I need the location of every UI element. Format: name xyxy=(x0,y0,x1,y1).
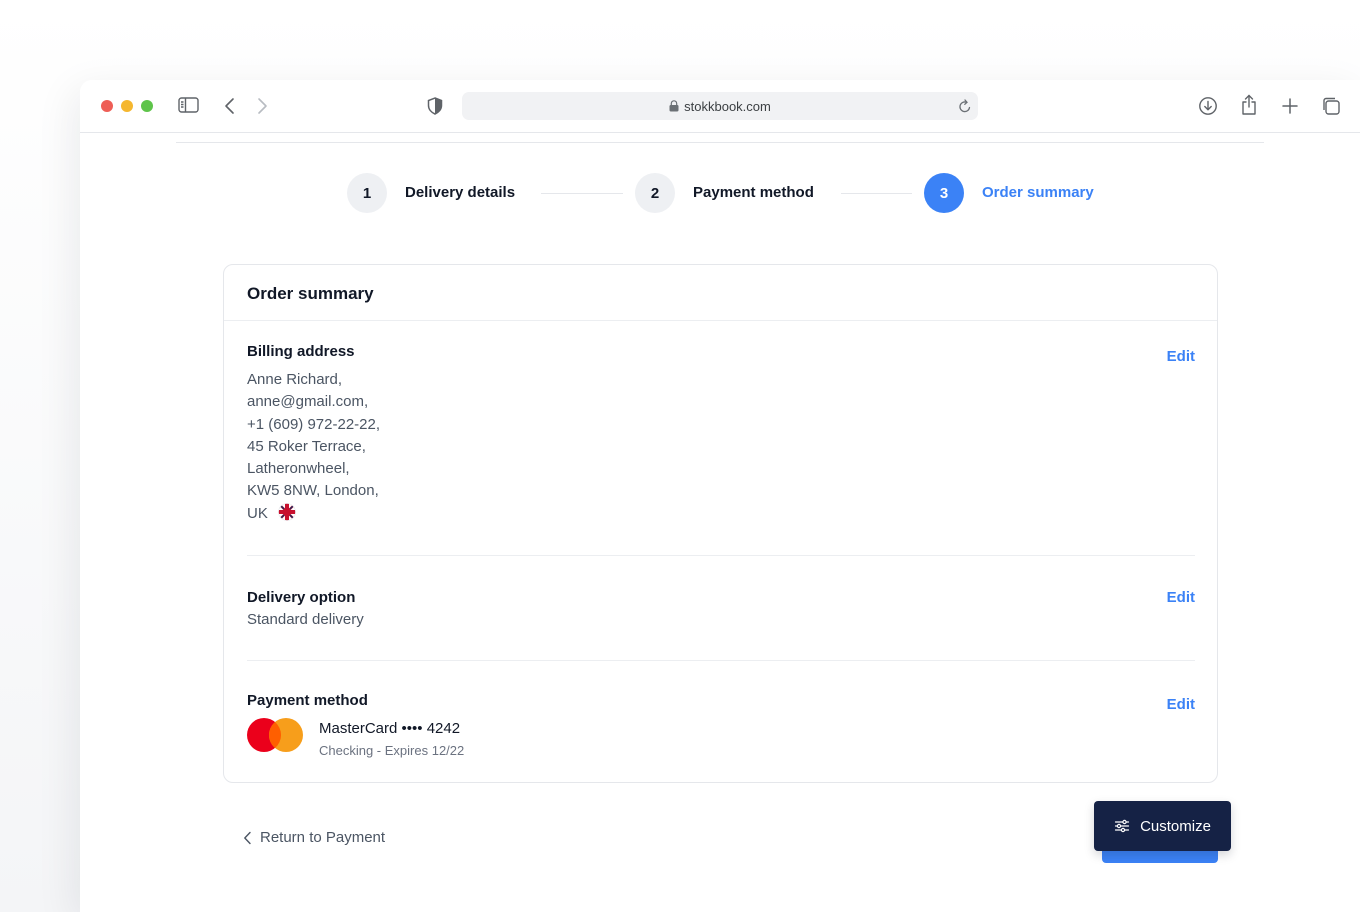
checkout-stepper: 1 Delivery details 2 Payment method 3 Or… xyxy=(80,173,1360,213)
forward-arrow-icon[interactable] xyxy=(256,97,268,115)
privacy-shield-icon[interactable] xyxy=(427,97,443,115)
download-icon[interactable] xyxy=(1198,96,1218,116)
return-link-label: Return to Payment xyxy=(260,829,386,846)
card-name: MasterCard •••• 4242 xyxy=(319,720,461,737)
address-line: +1 (609) 972-22-22, xyxy=(247,415,381,433)
uk-flag-icon xyxy=(278,502,296,528)
step-3-label[interactable]: Order summary xyxy=(982,184,1094,201)
card-details: Checking - Expires 12/22 xyxy=(319,743,465,758)
address-country-row: UK xyxy=(247,502,380,528)
payment-method-title: Payment method xyxy=(247,692,368,709)
customize-label: Customize xyxy=(1140,817,1211,835)
lock-icon xyxy=(669,100,679,112)
sliders-icon xyxy=(1114,819,1130,833)
maximize-window-button[interactable] xyxy=(141,100,153,112)
address-line: Anne Richard, xyxy=(247,371,343,388)
sidebar-toggle-icon[interactable] xyxy=(178,96,199,114)
share-icon[interactable] xyxy=(1240,94,1258,116)
step-2-label[interactable]: Payment method xyxy=(693,184,814,201)
browser-window: stokkbook.com 1 Delivery details 2 Payme… xyxy=(80,80,1360,912)
back-arrow-icon[interactable] xyxy=(224,97,236,115)
mastercard-logo xyxy=(247,718,303,752)
section-divider xyxy=(247,660,1195,661)
edit-delivery-button[interactable]: Edit xyxy=(1167,589,1195,606)
edit-payment-button[interactable]: Edit xyxy=(1167,696,1195,713)
browser-toolbar: stokkbook.com xyxy=(80,80,1360,133)
tab-overview-icon[interactable] xyxy=(1321,96,1341,116)
edit-billing-button[interactable]: Edit xyxy=(1167,348,1195,365)
card-header-divider xyxy=(224,320,1217,321)
delivery-option-title: Delivery option xyxy=(247,589,356,606)
return-to-payment-link[interactable]: Return to Payment xyxy=(243,829,385,846)
header-divider xyxy=(176,142,1264,143)
step-connector-2 xyxy=(841,193,912,194)
address-line: anne@gmail.com, xyxy=(247,393,369,411)
new-tab-icon[interactable] xyxy=(1281,97,1299,115)
address-bar[interactable]: stokkbook.com xyxy=(462,92,978,120)
step-1-label[interactable]: Delivery details xyxy=(405,184,515,201)
chevron-left-icon xyxy=(244,831,251,844)
address-line: KW5 8NW, London, xyxy=(247,482,379,500)
card-title: Order summary xyxy=(247,284,374,303)
address-country: UK xyxy=(247,504,268,522)
reload-icon[interactable] xyxy=(958,98,972,117)
step-3-circle[interactable]: 3 xyxy=(924,173,964,213)
billing-address-lines: Anne Richard, anne@gmail.com, +1 (609) 9… xyxy=(247,369,380,528)
customize-button[interactable]: Customize xyxy=(1094,801,1231,851)
step-connector-1 xyxy=(541,193,623,194)
order-summary-card: Order summary Billing address Edit Anne … xyxy=(223,264,1218,783)
minimize-window-button[interactable] xyxy=(121,100,133,112)
close-window-button[interactable] xyxy=(101,100,113,112)
page-content: 1 Delivery details 2 Payment method 3 Or… xyxy=(80,133,1360,912)
billing-address-title: Billing address xyxy=(247,343,355,360)
address-url: stokkbook.com xyxy=(684,98,771,114)
section-divider xyxy=(247,555,1195,556)
delivery-option-value: Standard delivery xyxy=(247,611,364,628)
step-1-circle[interactable]: 1 xyxy=(347,173,387,213)
step-2-circle[interactable]: 2 xyxy=(635,173,675,213)
address-line: Latheronwheel, xyxy=(247,460,350,478)
address-line: 45 Roker Terrace, xyxy=(247,437,366,455)
